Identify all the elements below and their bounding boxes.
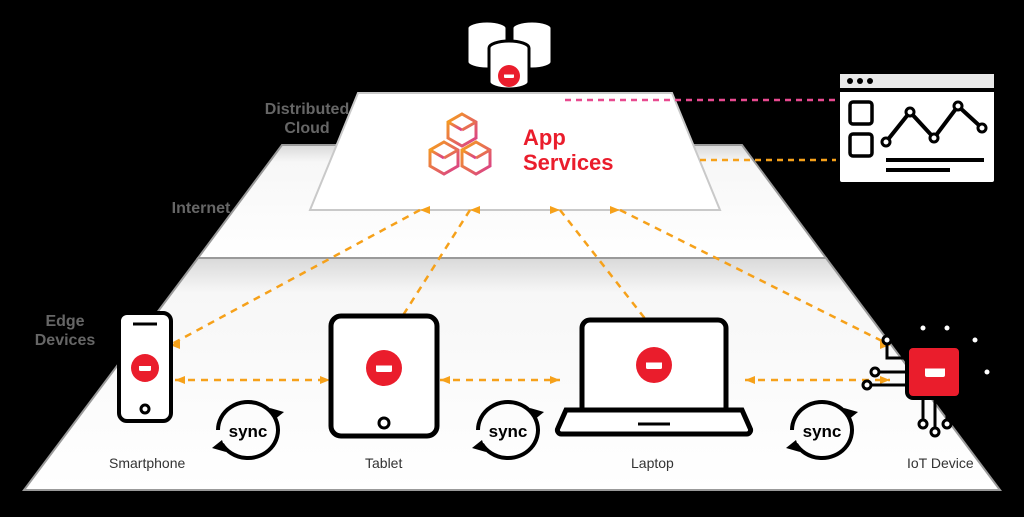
- architecture-diagram: sync sync sync DistributedCloud Internet…: [0, 0, 1024, 517]
- database-cluster-icon: [467, 21, 552, 89]
- sync-label: sync: [803, 422, 842, 441]
- device-label-iot: IoT Device: [907, 455, 974, 471]
- smartphone-icon: [119, 313, 171, 421]
- device-label-tablet: Tablet: [365, 455, 402, 471]
- diagram-svg: sync sync sync: [0, 0, 1024, 517]
- tablet-icon: [331, 316, 437, 436]
- sync-label: sync: [229, 422, 268, 441]
- app-services-label: AppServices: [523, 125, 614, 176]
- device-label-laptop: Laptop: [631, 455, 674, 471]
- layer-label-cloud: DistributedCloud: [257, 100, 357, 138]
- laptop-icon: [557, 320, 750, 434]
- device-label-smartphone: Smartphone: [109, 455, 185, 471]
- sync-label: sync: [489, 422, 528, 441]
- layer-label-internet: Internet: [156, 199, 246, 218]
- dashboard-panel-icon: [838, 72, 996, 184]
- layer-label-edge: EdgeDevices: [25, 312, 105, 350]
